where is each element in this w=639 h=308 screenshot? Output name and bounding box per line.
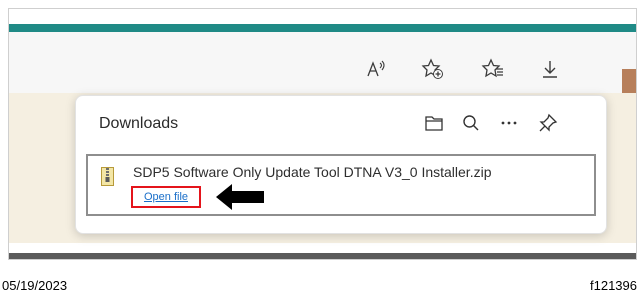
favorites-icon[interactable] xyxy=(479,58,507,80)
zip-file-icon xyxy=(101,167,114,186)
caption-figure-id: f121396 xyxy=(590,278,637,293)
pin-icon[interactable] xyxy=(535,110,561,136)
caption-date: 05/19/2023 xyxy=(2,278,68,293)
search-icon[interactable] xyxy=(458,110,484,136)
more-icon[interactable] xyxy=(496,110,522,136)
download-item[interactable]: SDP5 Software Only Update Tool DTNA V3_0… xyxy=(86,154,596,216)
downloads-flyout: Downloads SDP5 Software Only Update Tool… xyxy=(75,95,607,234)
open-file-link[interactable]: Open file xyxy=(131,186,201,208)
add-favorite-icon[interactable] xyxy=(419,58,447,80)
download-file-name: SDP5 Software Only Update Tool DTNA V3_0… xyxy=(133,164,492,180)
downloads-icon[interactable] xyxy=(536,58,564,80)
open-file-label: Open file xyxy=(143,191,189,203)
browser-screenshot: Downloads SDP5 Software Only Update Tool… xyxy=(8,8,637,260)
pointer-arrow-icon xyxy=(216,184,264,210)
read-aloud-icon[interactable] xyxy=(363,58,391,80)
accent-bar xyxy=(9,24,636,32)
flyout-title: Downloads xyxy=(99,115,179,132)
browser-toolbar xyxy=(9,32,636,111)
open-folder-icon[interactable] xyxy=(421,110,447,136)
bottom-divider xyxy=(9,253,636,259)
